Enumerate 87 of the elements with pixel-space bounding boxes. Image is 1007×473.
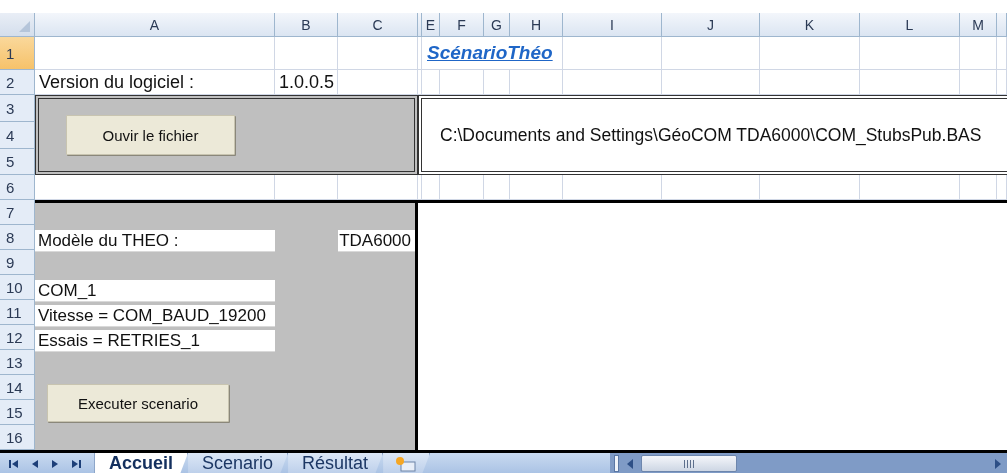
grid-cell[interactable]	[422, 70, 440, 95]
grid-cell[interactable]	[484, 175, 510, 200]
sheet-tab[interactable]: Résultat	[288, 453, 384, 473]
row-header[interactable]: 2	[0, 70, 35, 95]
row-header[interactable]: 15	[0, 400, 35, 425]
select-all-corner[interactable]	[0, 13, 35, 37]
grid-cell[interactable]	[760, 37, 860, 70]
column-header[interactable]	[418, 13, 422, 37]
row-header[interactable]: 3	[0, 95, 35, 122]
grid-cell[interactable]	[418, 175, 422, 200]
grid-cell[interactable]	[860, 37, 960, 70]
column-header[interactable]: K	[760, 13, 860, 37]
row-header[interactable]: 5	[0, 149, 35, 175]
row-header[interactable]: 14	[0, 375, 35, 400]
grid-cell[interactable]	[760, 70, 860, 95]
column-header[interactable]	[997, 13, 1007, 37]
grid-cell[interactable]	[275, 37, 338, 70]
model-label: Modèle du THEO :	[35, 230, 275, 252]
grid-cell[interactable]	[960, 70, 997, 95]
first-sheet-icon[interactable]	[8, 457, 20, 470]
grid-cell[interactable]	[510, 70, 563, 95]
grid-cell[interactable]	[275, 175, 338, 200]
column-header[interactable]: J	[662, 13, 760, 37]
grid-cell[interactable]	[860, 175, 960, 200]
row-header[interactable]: 9	[0, 250, 35, 275]
column-header[interactable]: A	[35, 13, 275, 37]
scroll-left-icon[interactable]	[625, 456, 635, 471]
row-header[interactable]: 11	[0, 300, 35, 325]
grid-cell[interactable]	[563, 70, 662, 95]
run-scenario-button[interactable]: Executer scenario	[47, 384, 229, 422]
sheet-tab[interactable]: Accueil	[95, 453, 189, 473]
grid-cell[interactable]	[662, 70, 760, 95]
grid-cell[interactable]	[440, 175, 484, 200]
column-header[interactable]: H	[510, 13, 563, 37]
grid-cell[interactable]	[35, 37, 275, 70]
column-header[interactable]: M	[960, 13, 997, 37]
insert-sheet-tab[interactable]	[383, 453, 431, 473]
grid-cell[interactable]	[662, 37, 760, 70]
column-header[interactable]: L	[860, 13, 960, 37]
row-header[interactable]: 16	[0, 425, 35, 450]
column-header[interactable]: E	[422, 13, 440, 37]
grid-cell[interactable]	[960, 175, 997, 200]
grid-cell[interactable]	[338, 175, 418, 200]
title-link[interactable]: ScénarioThéo	[427, 42, 553, 64]
grid-cell[interactable]	[960, 37, 997, 70]
row-header[interactable]: 10	[0, 275, 35, 300]
grid-cell[interactable]	[760, 175, 860, 200]
sheet-tab[interactable]: Scenario	[188, 453, 289, 473]
grid-cell[interactable]	[662, 175, 760, 200]
grid-cell[interactable]	[418, 70, 422, 95]
grid-cell[interactable]	[338, 70, 418, 95]
column-header[interactable]: B	[275, 13, 338, 37]
grid-cell[interactable]	[563, 175, 662, 200]
next-sheet-icon[interactable]	[50, 457, 60, 470]
merged-cell[interactable]: ScénarioThéo	[422, 37, 563, 70]
grid-cell[interactable]	[484, 70, 510, 95]
open-file-button[interactable]: Ouvir le fichier	[66, 115, 235, 155]
split-handle[interactable]	[614, 455, 619, 472]
model-value: TDA6000	[338, 230, 415, 252]
previous-sheet-icon[interactable]	[30, 457, 40, 470]
grid-cell[interactable]	[510, 175, 563, 200]
grid-cell[interactable]	[35, 175, 275, 200]
row-header[interactable]: 6	[0, 175, 35, 200]
grid-cell[interactable]	[422, 175, 440, 200]
row-header[interactable]: 8	[0, 225, 35, 250]
row-header[interactable]: 13	[0, 350, 35, 375]
grid-cell[interactable]	[997, 175, 1007, 200]
row-header[interactable]: 12	[0, 325, 35, 350]
scroll-right-icon[interactable]	[993, 456, 1003, 471]
row-header[interactable]: 7	[0, 200, 35, 225]
grid-cell[interactable]	[563, 37, 662, 70]
file-path: C:\Documents and Settings\GéoCOM TDA6000\COM_StubsPub.BAS	[440, 124, 982, 146]
column-header[interactable]: C	[338, 13, 418, 37]
row-header[interactable]: 1	[0, 37, 35, 70]
column-header[interactable]: I	[563, 13, 662, 37]
horizontal-scrollbar[interactable]	[610, 453, 1007, 473]
column-header[interactable]: G	[484, 13, 510, 37]
grid-cell[interactable]	[997, 70, 1007, 95]
grid-cell[interactable]	[860, 70, 960, 95]
last-sheet-icon[interactable]	[70, 457, 82, 470]
scroll-thumb[interactable]	[641, 455, 737, 472]
grid-cell[interactable]	[997, 37, 1007, 70]
grid-cell[interactable]	[338, 37, 418, 70]
row-header[interactable]: 4	[0, 122, 35, 149]
grid-cell[interactable]	[418, 37, 422, 70]
column-header[interactable]: F	[440, 13, 484, 37]
grid-cell[interactable]	[440, 70, 484, 95]
